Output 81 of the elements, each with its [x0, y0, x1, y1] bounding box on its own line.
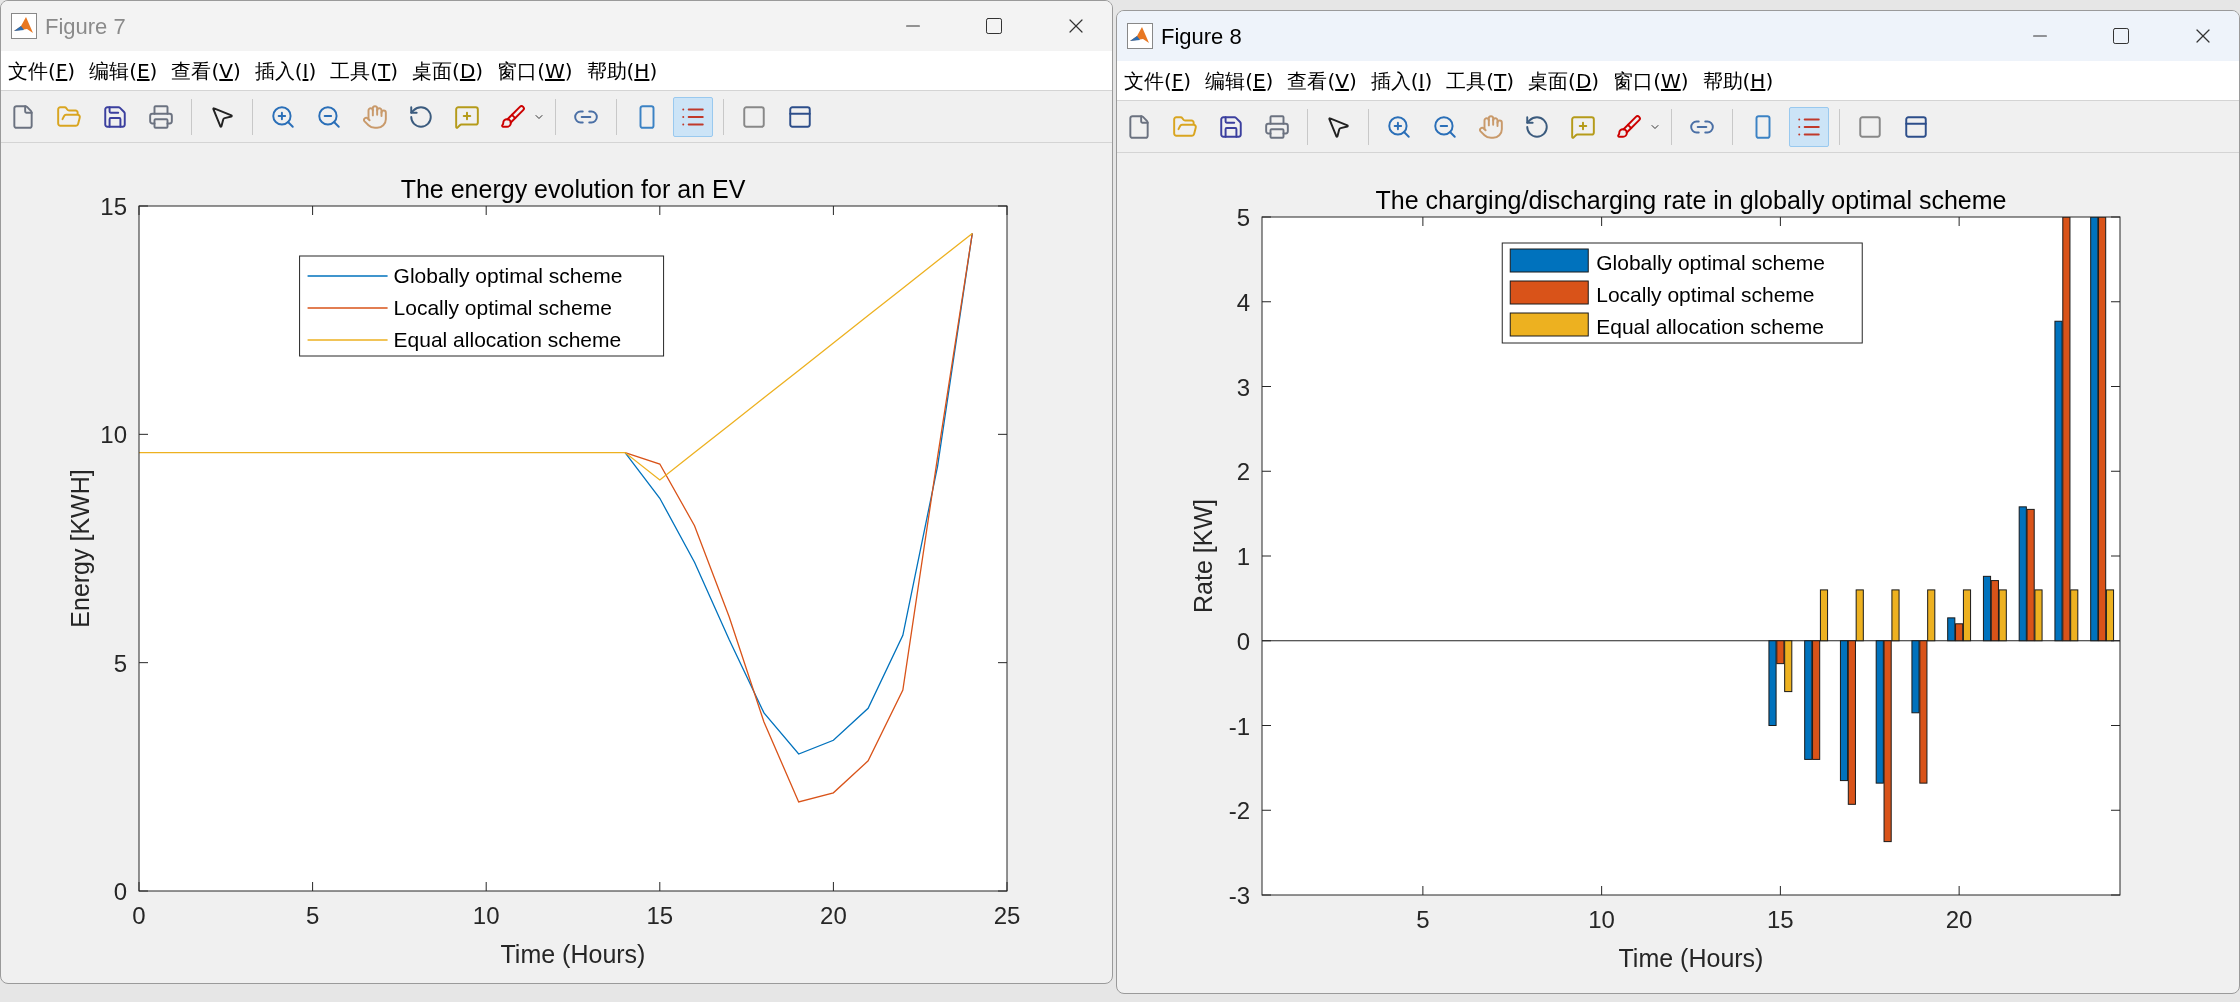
window-title: Figure 8	[1161, 22, 1242, 51]
tick-label: 0	[1236, 627, 1250, 655]
new-file-icon	[10, 103, 36, 130]
chart-title: The energy evolution for an EV	[400, 175, 746, 203]
rotate-icon	[408, 103, 434, 130]
axis-title: Time (Hours)	[1618, 944, 1764, 972]
folder-icon	[1172, 113, 1198, 140]
menu-item[interactable]: 文件(F)	[1117, 65, 1199, 96]
legend-label: Globally optimal scheme	[393, 264, 623, 287]
tick-label: 1	[1236, 543, 1250, 570]
tick-label: -3	[1228, 882, 1250, 909]
menu-item[interactable]: 插入(I)	[1363, 65, 1440, 96]
rotate-icon	[1524, 113, 1550, 140]
menu-item[interactable]: 窗口(W)	[1606, 65, 1696, 96]
tick-label: -1	[1228, 712, 1250, 740]
new-file-icon	[1126, 113, 1152, 140]
save-icon	[1218, 113, 1244, 140]
menu-item[interactable]: 工具(T)	[323, 55, 406, 86]
menu-item[interactable]: 帮助(H)	[579, 55, 665, 86]
square-icon	[741, 103, 767, 130]
window-title: Figure 7	[45, 12, 126, 41]
tick-label: 2	[1236, 458, 1250, 486]
menu-item[interactable]: 窗口(W)	[490, 55, 580, 86]
legend-label: Locally optimal scheme	[1596, 283, 1815, 306]
brush-icon	[500, 103, 526, 130]
app-logo-icon	[1127, 23, 1153, 49]
maximize-icon[interactable]	[984, 16, 1004, 36]
legend-label: Locally optimal scheme	[393, 296, 612, 319]
menu-item[interactable]: 帮助(H)	[1695, 65, 1781, 96]
tick-label: 15	[1767, 906, 1794, 933]
tick-label: 5	[113, 649, 127, 677]
tick-label: 10	[100, 421, 127, 449]
zoom-in-icon	[270, 103, 296, 130]
tick-label: 3	[1236, 373, 1250, 401]
tick-label: 20	[820, 902, 847, 929]
hand-icon	[362, 103, 388, 130]
axis-title: Rate [KW]	[1189, 499, 1217, 613]
legend-label: Globally optimal scheme	[1596, 251, 1825, 274]
zoom-out-icon	[316, 103, 342, 130]
menu-item[interactable]: 文件(F)	[1, 55, 83, 86]
tick-label: 10	[1588, 906, 1615, 933]
tick-label: 10	[472, 902, 500, 929]
menu-item[interactable]: 工具(T)	[1439, 65, 1522, 96]
tick-label: 15	[100, 193, 127, 220]
menu-item[interactable]: 桌面(D)	[1521, 65, 1607, 96]
panel-icon	[787, 103, 813, 130]
chart-title: The charging/discharging rate in globally optimal scheme	[1375, 186, 2007, 214]
axis-title: Energy [KWH]	[66, 469, 94, 628]
print-icon	[1264, 113, 1290, 140]
axis-title: Time (Hours)	[500, 940, 646, 968]
maximize-icon[interactable]	[2111, 26, 2131, 46]
tick-label: 5	[1416, 906, 1430, 933]
data-tip-icon	[454, 103, 480, 130]
hand-icon	[1478, 113, 1504, 140]
tick-label: 15	[646, 902, 674, 929]
tick-label: 5	[305, 902, 320, 929]
legend-label: Equal allocation scheme	[1596, 315, 1824, 338]
data-tip-icon	[1570, 113, 1596, 140]
square-icon	[1857, 113, 1883, 140]
save-icon	[102, 103, 128, 130]
app-logo-icon	[11, 13, 37, 39]
tick-label: 5	[1236, 204, 1250, 231]
menu-item[interactable]: 查看(V)	[164, 55, 248, 86]
print-icon	[148, 103, 174, 130]
menu-item[interactable]: 桌面(D)	[405, 55, 491, 86]
legend-label: Equal allocation scheme	[393, 328, 622, 351]
menu-item[interactable]: 编辑(E)	[1198, 65, 1281, 96]
tick-label: 25	[993, 902, 1021, 929]
tick-label: 0	[132, 902, 146, 929]
panel-icon	[1903, 113, 1929, 140]
menu-item[interactable]: 编辑(E)	[82, 55, 165, 86]
tick-label: -2	[1228, 797, 1250, 825]
folder-icon	[56, 103, 82, 130]
tick-label: 20	[1945, 906, 1973, 933]
zoom-out-icon	[1432, 113, 1458, 140]
tick-label: 4	[1236, 288, 1250, 316]
brush-icon	[1616, 113, 1642, 140]
menu-item[interactable]: 插入(I)	[247, 55, 324, 86]
zoom-in-icon	[1386, 113, 1412, 140]
menu-item[interactable]: 查看(V)	[1280, 65, 1364, 96]
tick-label: 0	[113, 878, 127, 905]
